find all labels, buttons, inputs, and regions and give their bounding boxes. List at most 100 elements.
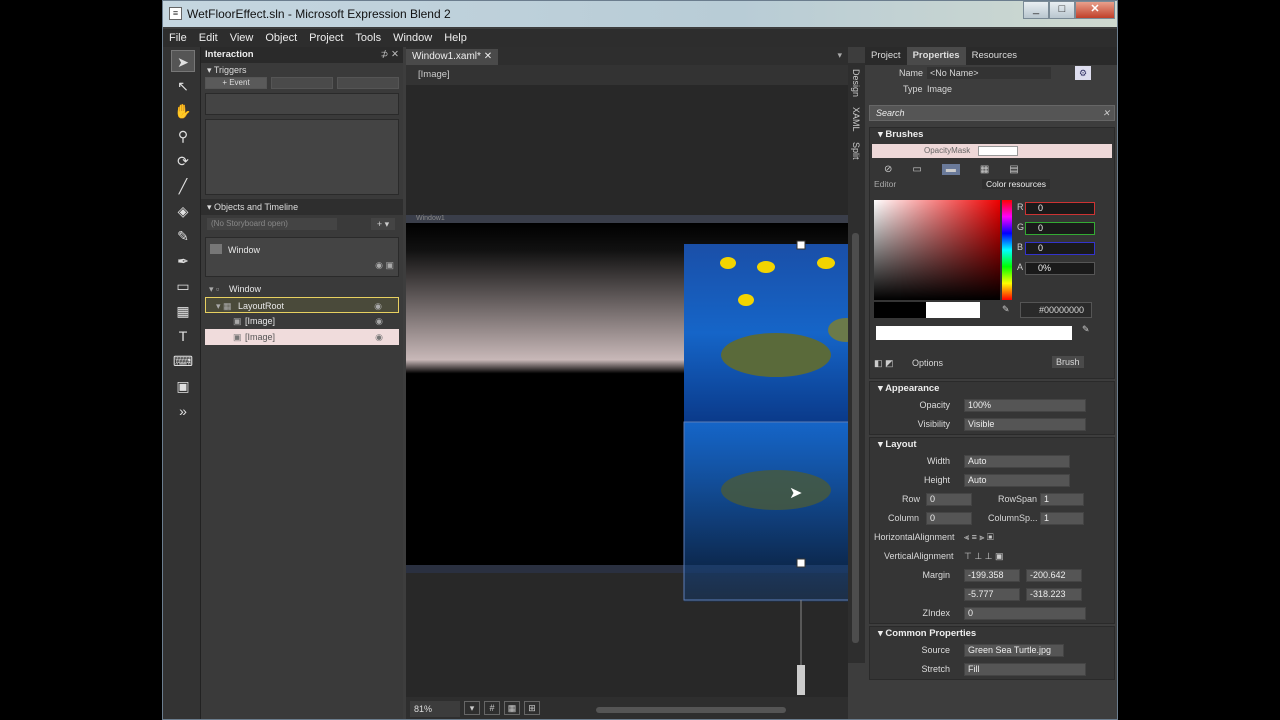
scope-window[interactable]: Window [206,242,398,258]
events-icon[interactable]: ⚙ [1075,66,1091,80]
asset-library-tool-icon[interactable]: ▣ [171,375,195,397]
tab-dropdown-icon[interactable]: ▾ [837,50,842,61]
color-field[interactable] [874,200,1000,300]
brushes-title[interactable]: ▾ Brushes [870,128,1114,142]
channel-b-input[interactable]: 0 [1025,242,1095,255]
snap-grid-icon[interactable]: ▦ [504,701,520,715]
source-select[interactable]: Green Sea Turtle.jpg [964,644,1064,657]
gradient-bar[interactable] [876,326,1072,340]
trigger-details[interactable] [205,119,399,195]
pin-icon[interactable]: ⊅ ✕ [380,47,399,63]
tab-resources[interactable]: Resources [966,47,1023,65]
gradient-mode-icon[interactable]: ◧ ◩ [874,358,894,369]
minimize-button[interactable]: _ [1023,1,1049,19]
horizontal-scrollbar[interactable] [596,707,786,713]
hue-slider[interactable] [1002,200,1012,300]
channel-r-input[interactable]: 0 [1025,202,1095,215]
menu-project[interactable]: Project [309,29,343,47]
document-tab[interactable]: Window1.xaml* ✕ [406,49,499,65]
pan-tool-icon[interactable]: ✋ [171,100,195,122]
margin-handle[interactable] [797,665,805,695]
opacity-input[interactable]: 100% [964,399,1086,412]
camera-orbit-tool-icon[interactable]: ⟳ [171,150,195,172]
selection-tool-icon[interactable]: ➤ [171,50,195,72]
snap-lines-icon[interactable]: ⊞ [524,701,540,715]
pen-tool-icon[interactable]: ✒ [171,250,195,272]
expand-icon[interactable]: ▾ ▫ [209,281,219,297]
clear-search-icon[interactable]: ✕ [1102,106,1110,120]
columnspan-input[interactable]: 1 [1040,512,1084,525]
options-button[interactable]: Options [912,358,943,368]
valign-buttons-icon[interactable]: ⊤ ⊥ ⊥ ▣ [964,547,1004,566]
close-tab-icon[interactable]: ✕ [484,51,492,62]
appearance-title[interactable]: ▾ Appearance [870,382,1114,396]
turtle-image-group[interactable] [406,85,848,697]
menu-help[interactable]: Help [444,29,467,47]
rotation-handle[interactable] [796,240,806,250]
zoom-dropdown-icon[interactable]: ▾ [464,701,480,715]
menu-object[interactable]: Object [265,29,297,47]
hex-input[interactable]: #00000000 [1020,302,1092,318]
tile-brush-icon[interactable]: ▦ [980,164,989,175]
tree-item-layoutroot[interactable]: ▾ ▦ LayoutRoot ◉ [205,297,399,313]
rectangle-tool-icon[interactable]: ▭ [171,275,195,297]
channel-a-input[interactable]: 0% [1025,262,1095,275]
zoom-tool-icon[interactable]: ⚲ [171,125,195,147]
layout-panel-tool-icon[interactable]: ▦ [171,300,195,322]
menu-view[interactable]: View [230,29,254,47]
more-tools-icon[interactable]: » [171,400,195,422]
tab-split[interactable]: Split [851,142,861,160]
maximize-button[interactable]: □ [1049,1,1075,19]
tree-item-image-selected[interactable]: ▣ [Image] ◉ [205,329,399,345]
zindex-input[interactable]: 0 [964,607,1086,620]
zoom-field[interactable]: 81% [410,701,460,717]
brush-transform-tool-icon[interactable]: ✎ [171,225,195,247]
breadcrumb[interactable]: [Image] [406,65,848,85]
resource-brush-icon[interactable]: ▤ [1009,164,1018,175]
height-input[interactable]: Auto [964,474,1070,487]
eyedropper-icon[interactable]: ✎ [1002,304,1010,315]
gradient-brush-icon[interactable]: ▬ [941,164,960,175]
common-title[interactable]: ▾ Common Properties [870,627,1114,641]
design-canvas[interactable]: Window1 ➤ [406,85,848,697]
margin-right-input[interactable]: -200.642 [1026,569,1082,582]
brush-button[interactable]: Brush [1052,356,1084,368]
halign-buttons-icon[interactable]: ⫷ ≡ ⫸ ▣ [964,528,994,547]
rowspan-input[interactable]: 1 [1040,493,1084,506]
eye-icon[interactable]: ◉ [374,298,382,314]
margin-left-input[interactable]: -199.358 [964,569,1020,582]
remove-trigger-button[interactable] [337,77,399,89]
scope-eye-lock-icon[interactable]: ◉ ▣ [375,260,394,271]
tab-design[interactable]: Design [851,69,861,97]
title-bar[interactable]: ≡ WetFloorEffect.sln - Microsoft Express… [163,1,1117,27]
visibility-select[interactable]: Visible [964,418,1086,431]
tab-xaml[interactable]: XAML [851,107,861,132]
opacitymask-swatch[interactable] [978,146,1018,156]
tab-project[interactable]: Project [865,47,907,65]
tree-item-image[interactable]: ▣ [Image] ◉ [205,313,399,329]
solid-brush-icon[interactable]: ▭ [912,164,921,175]
row-input[interactable]: 0 [926,493,972,506]
width-input[interactable]: Auto [964,455,1070,468]
layout-title[interactable]: ▾ Layout [870,438,1114,452]
add-property-button[interactable] [271,77,333,89]
triggers-header[interactable]: ▾ Triggers [201,63,403,77]
stretch-select[interactable]: Fill [964,663,1086,676]
channel-g-input[interactable]: 0 [1025,222,1095,235]
name-field[interactable]: <No Name> [927,67,1051,79]
search-input[interactable]: Search ✕ [869,105,1115,121]
triggers-list[interactable] [205,93,399,115]
margin-bottom-input[interactable]: -318.223 [1026,588,1082,601]
column-input[interactable]: 0 [926,512,972,525]
add-storyboard-button[interactable]: + ▾ [371,218,395,230]
storyboard-picker[interactable]: (No Storyboard open) [207,218,337,230]
menu-tools[interactable]: Tools [355,29,381,47]
vertical-scrollbar[interactable] [852,233,859,643]
direct-selection-tool-icon[interactable]: ↖ [171,75,195,97]
eye-icon[interactable]: ◉ [375,329,383,345]
tab-properties[interactable]: Properties [906,47,966,65]
text-tool-icon[interactable]: T [171,325,195,347]
grid-toggle-icon[interactable]: # [484,701,500,715]
close-button[interactable]: ✕ [1075,1,1115,19]
gradient-eyedropper-icon[interactable]: ✎ [1082,324,1090,335]
